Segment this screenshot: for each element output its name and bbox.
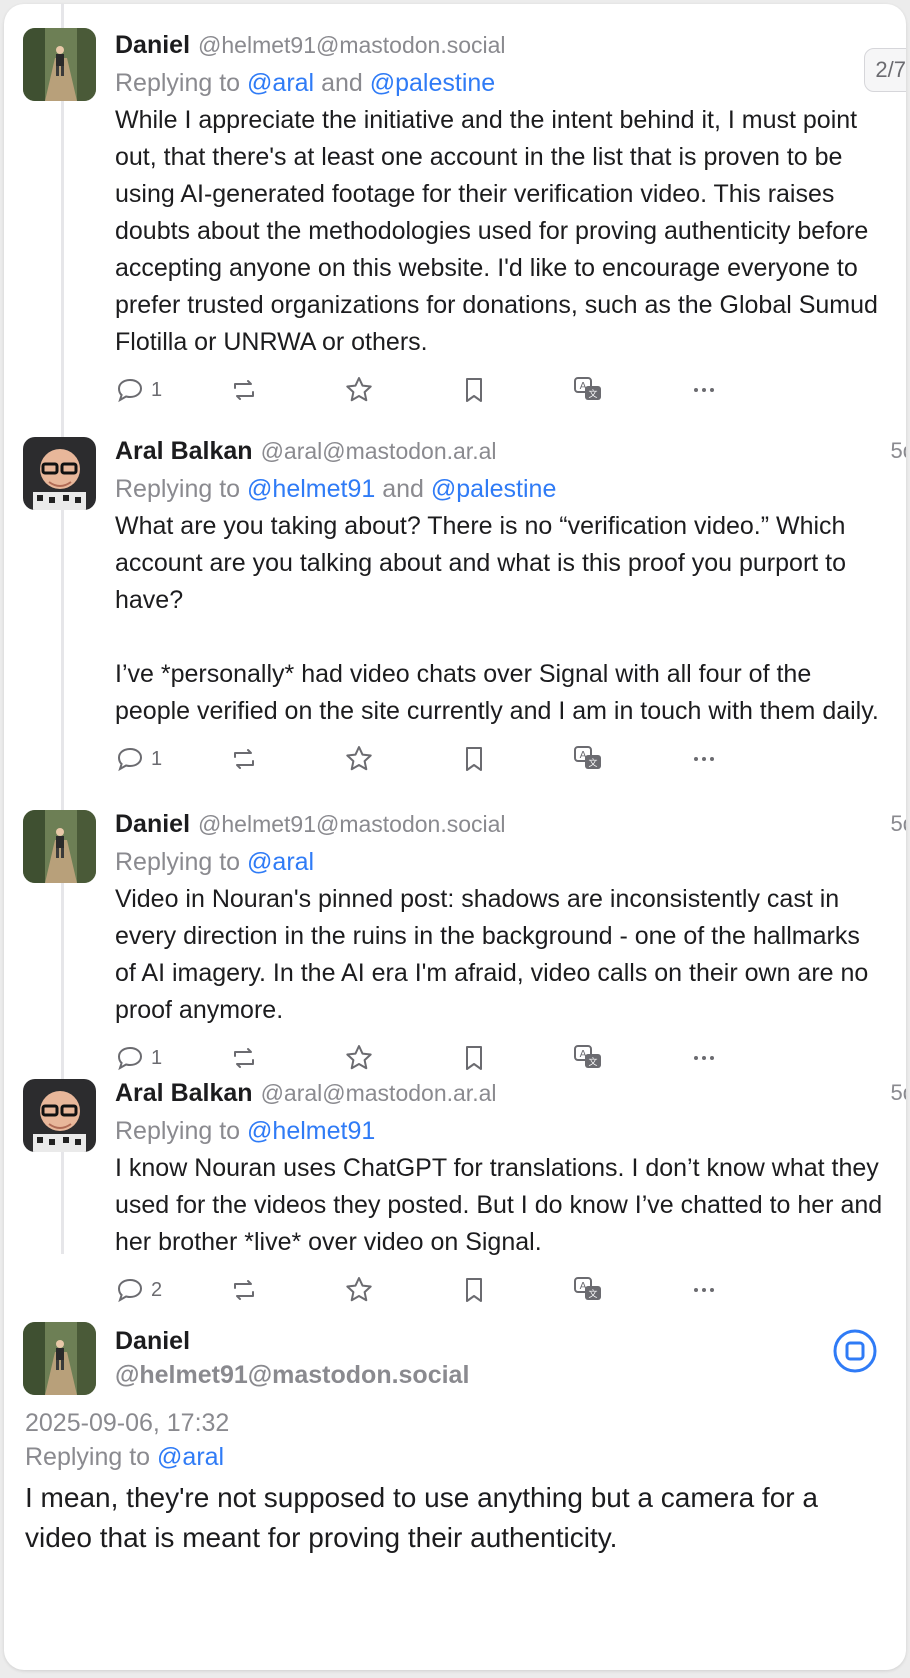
- handle[interactable]: @aral@mastodon.ar.al: [261, 438, 497, 464]
- bookmark-icon: [466, 747, 482, 771]
- display-name[interactable]: Daniel: [115, 810, 190, 838]
- stop-icon: [833, 1329, 877, 1373]
- reply-count: 1: [151, 1046, 163, 1069]
- favourite-icon: [346, 377, 372, 402]
- favourite-icon: [346, 1045, 372, 1070]
- boost-button[interactable]: [229, 371, 259, 409]
- handle[interactable]: @helmet91@mastodon.social: [198, 811, 506, 837]
- boost-icon: [234, 749, 254, 769]
- avatar-daniel-image: [23, 28, 96, 101]
- mention-link[interactable]: @aral: [157, 1443, 224, 1471]
- bookmark-button[interactable]: [459, 371, 489, 409]
- thread-connector: [61, 4, 64, 1254]
- boost-icon: [234, 1280, 254, 1300]
- favourite-icon: [346, 746, 372, 771]
- reply-context: Replying to @helmet91: [115, 1117, 376, 1145]
- display-name[interactable]: Aral Balkan: [115, 1079, 253, 1107]
- mention-link[interactable]: @helmet91: [247, 475, 375, 503]
- reply-icon: [117, 1046, 143, 1071]
- avatar[interactable]: [23, 28, 96, 101]
- mention-link[interactable]: @palestine: [431, 475, 556, 503]
- reply-icon: [117, 378, 143, 403]
- reply-button[interactable]: 2: [115, 1271, 162, 1309]
- action-bar: 2 A文: [115, 1271, 885, 1309]
- display-name[interactable]: Aral Balkan: [115, 437, 253, 465]
- more-icon: [694, 1288, 714, 1292]
- more-button[interactable]: [689, 740, 719, 778]
- post-content: What are you taking about? There is no “…: [115, 512, 879, 725]
- translate-button[interactable]: A文: [573, 371, 603, 409]
- bookmark-button[interactable]: [459, 1271, 489, 1309]
- post-content: I mean, they're not supposed to use anyt…: [25, 1482, 818, 1553]
- mention-link[interactable]: @helmet91: [247, 1117, 375, 1145]
- reply-context: Replying to @aral: [115, 848, 315, 876]
- handle[interactable]: @helmet91@mastodon.social: [198, 32, 506, 58]
- translate-icon: A文: [574, 1277, 601, 1300]
- svg-text:文: 文: [588, 1056, 597, 1068]
- mention-link[interactable]: @aral: [247, 848, 314, 876]
- avatar-daniel-image: [23, 1322, 96, 1395]
- reply-context: Replying to @helmet91 and @palestine: [115, 475, 557, 503]
- svg-text:文: 文: [588, 388, 597, 400]
- avatar[interactable]: [23, 1079, 96, 1152]
- boost-icon: [234, 380, 254, 400]
- relative-time[interactable]: 5d: [891, 811, 906, 837]
- relative-time[interactable]: 5d: [891, 1080, 906, 1106]
- favourite-button[interactable]: [344, 371, 374, 409]
- action-bar: 1 A文: [115, 371, 885, 409]
- relative-time[interactable]: 5d: [891, 438, 906, 464]
- favourite-icon: [346, 1277, 372, 1302]
- post-datetime[interactable]: 2025-09-06, 17:32: [25, 1406, 229, 1440]
- favourite-button[interactable]: [344, 740, 374, 778]
- thread-card: Daniel @helmet91@mastodon.social 2/7 Repl…: [4, 4, 906, 1670]
- reply-icon: [117, 1278, 143, 1303]
- more-icon: [694, 1056, 714, 1060]
- translate-icon: A文: [574, 377, 601, 400]
- action-bar: 1 A文: [115, 740, 885, 778]
- display-name[interactable]: Daniel: [115, 31, 190, 59]
- translate-button[interactable]: A文: [573, 740, 603, 778]
- more-icon: [694, 757, 714, 761]
- mention-link[interactable]: @palestine: [370, 69, 495, 97]
- reply-count: 2: [151, 1278, 163, 1301]
- reply-button[interactable]: 1: [115, 740, 162, 778]
- stop-button[interactable]: [832, 1328, 878, 1374]
- reply-button[interactable]: 1: [115, 371, 162, 409]
- translate-button[interactable]: A文: [573, 1271, 603, 1309]
- svg-text:文: 文: [588, 1288, 597, 1300]
- bookmark-button[interactable]: [459, 740, 489, 778]
- boost-button[interactable]: [229, 1271, 259, 1309]
- reply-icon: [117, 747, 143, 772]
- handle[interactable]: @helmet91@mastodon.social: [115, 1358, 469, 1392]
- avatar-aral-image: [23, 437, 96, 510]
- mention-link[interactable]: @aral: [247, 69, 314, 97]
- bookmark-icon: [466, 1278, 482, 1302]
- translate-icon: A文: [574, 1045, 601, 1068]
- reply-count: 1: [151, 378, 163, 401]
- avatar[interactable]: [23, 810, 96, 883]
- handle[interactable]: @aral@mastodon.ar.al: [261, 1080, 497, 1106]
- translate-icon: A文: [574, 746, 601, 769]
- thread-position-badge: 2/7: [864, 48, 906, 92]
- more-icon: [694, 388, 714, 392]
- svg-text:文: 文: [588, 757, 597, 769]
- more-button[interactable]: [689, 371, 719, 409]
- avatar-daniel-image: [23, 810, 96, 883]
- reply-count: 1: [151, 747, 163, 770]
- post-content: I know Nouran uses ChatGPT for translati…: [115, 1154, 883, 1256]
- avatar-aral-image: [23, 1079, 96, 1152]
- avatar[interactable]: [23, 437, 96, 510]
- display-name[interactable]: Daniel: [115, 1324, 190, 1358]
- bookmark-icon: [466, 378, 482, 402]
- boost-button[interactable]: [229, 740, 259, 778]
- post-content: Video in Nouran's pinned post: shadows a…: [115, 885, 869, 1024]
- post-content: While I appreciate the initiative and th…: [115, 106, 878, 356]
- bookmark-icon: [466, 1046, 482, 1070]
- reply-context: Replying to @aral and @palestine: [115, 69, 496, 97]
- favourite-button[interactable]: [344, 1271, 374, 1309]
- avatar[interactable]: [23, 1322, 96, 1395]
- reply-context: Replying to @aral: [25, 1443, 225, 1471]
- boost-icon: [234, 1048, 254, 1068]
- more-button[interactable]: [689, 1271, 719, 1309]
